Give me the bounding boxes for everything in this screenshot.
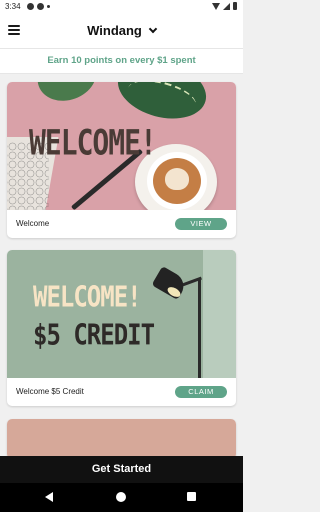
chevron-down-icon xyxy=(148,24,158,34)
latte-art xyxy=(165,168,189,190)
get-started-button[interactable]: Get Started xyxy=(0,456,243,483)
status-time: 3:34 xyxy=(5,2,21,11)
wifi-icon xyxy=(212,2,220,10)
recents-icon[interactable] xyxy=(187,492,196,501)
status-bar: 3:34 xyxy=(0,0,243,14)
offer-image-credit: WELCOME! $5 CREDIT xyxy=(7,250,236,378)
offer-card-credit[interactable]: WELCOME! $5 CREDIT Welcome $5 Credit CLA… xyxy=(7,250,236,406)
header-title: Windang xyxy=(87,23,142,38)
view-button[interactable]: VIEW xyxy=(175,218,227,230)
app-header: Windang xyxy=(0,14,243,48)
claim-button[interactable]: CLAIM xyxy=(175,386,227,398)
system-nav-bar xyxy=(0,483,243,512)
notification-icon xyxy=(37,3,44,10)
offer-image-partial xyxy=(7,419,236,459)
promo-text: Earn 10 points on every $1 spent xyxy=(47,55,196,66)
promo-banner: Earn 10 points on every $1 spent xyxy=(0,48,243,74)
card-footer: Welcome VIEW xyxy=(7,210,236,238)
lamp-head-graphic xyxy=(151,265,189,301)
get-started-label: Get Started xyxy=(91,463,152,475)
image-subheadline: $5 CREDIT xyxy=(33,318,155,352)
system-icons xyxy=(212,2,237,10)
dot-icon xyxy=(47,5,50,8)
home-icon[interactable] xyxy=(116,492,126,502)
lamp-graphic xyxy=(198,280,201,378)
card-label: Welcome $5 Credit xyxy=(16,387,84,396)
offer-card-welcome[interactable]: WELCOME! Welcome VIEW xyxy=(7,82,236,238)
location-selector[interactable]: Windang xyxy=(0,23,243,38)
notification-icons xyxy=(27,3,50,10)
card-label: Welcome xyxy=(16,219,50,228)
offer-image-welcome: WELCOME! xyxy=(7,82,236,210)
leaf-graphic xyxy=(30,82,104,109)
image-headline: WELCOME! xyxy=(33,280,142,314)
back-icon[interactable] xyxy=(45,492,53,502)
notification-icon xyxy=(27,3,34,10)
offer-card-partial[interactable] xyxy=(7,419,236,459)
card-footer: Welcome $5 Credit CLAIM xyxy=(7,378,236,406)
signal-icon xyxy=(223,2,230,10)
image-headline: WELCOME! xyxy=(29,122,157,164)
battery-icon xyxy=(233,2,237,10)
